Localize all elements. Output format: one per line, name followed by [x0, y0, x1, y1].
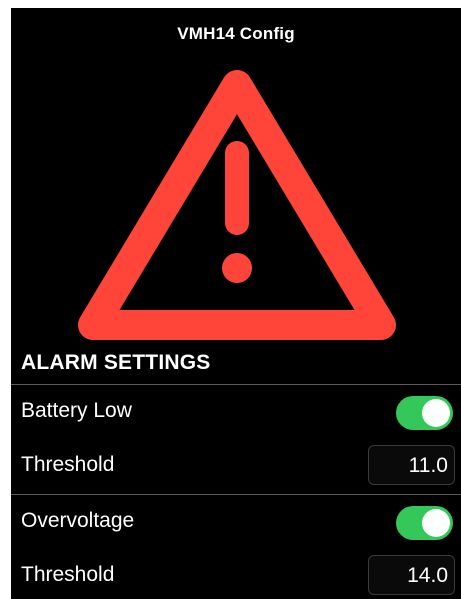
toggle-knob — [422, 399, 450, 427]
config-screen: VMH14 Config ALARM SETTINGS Battery Low … — [11, 8, 461, 599]
overvoltage-threshold-row: Threshold 14.0 — [11, 550, 461, 599]
battery-low-toggle[interactable] — [396, 396, 453, 430]
overvoltage-threshold-label: Threshold — [21, 563, 115, 586]
overvoltage-threshold-value: 14.0 — [407, 564, 448, 587]
overvoltage-label: Overvoltage — [21, 509, 135, 532]
battery-low-label: Battery Low — [21, 399, 132, 422]
battery-low-threshold-value: 11.0 — [408, 454, 448, 477]
battery-low-threshold-label: Threshold — [21, 453, 115, 476]
overvoltage-toggle[interactable] — [396, 506, 453, 540]
overvoltage-row: Overvoltage — [11, 496, 461, 550]
divider — [11, 384, 461, 385]
overvoltage-threshold-input[interactable]: 14.0 — [368, 555, 455, 595]
divider — [11, 494, 461, 495]
battery-low-row: Battery Low — [11, 386, 461, 440]
battery-low-threshold-row: Threshold 11.0 — [11, 440, 461, 494]
warning-triangle-icon — [78, 70, 396, 340]
section-title-alarm-settings: ALARM SETTINGS — [21, 351, 211, 374]
page-title: VMH14 Config — [177, 24, 295, 43]
battery-low-threshold-input[interactable]: 11.0 — [368, 445, 455, 485]
toggle-knob — [422, 509, 450, 537]
